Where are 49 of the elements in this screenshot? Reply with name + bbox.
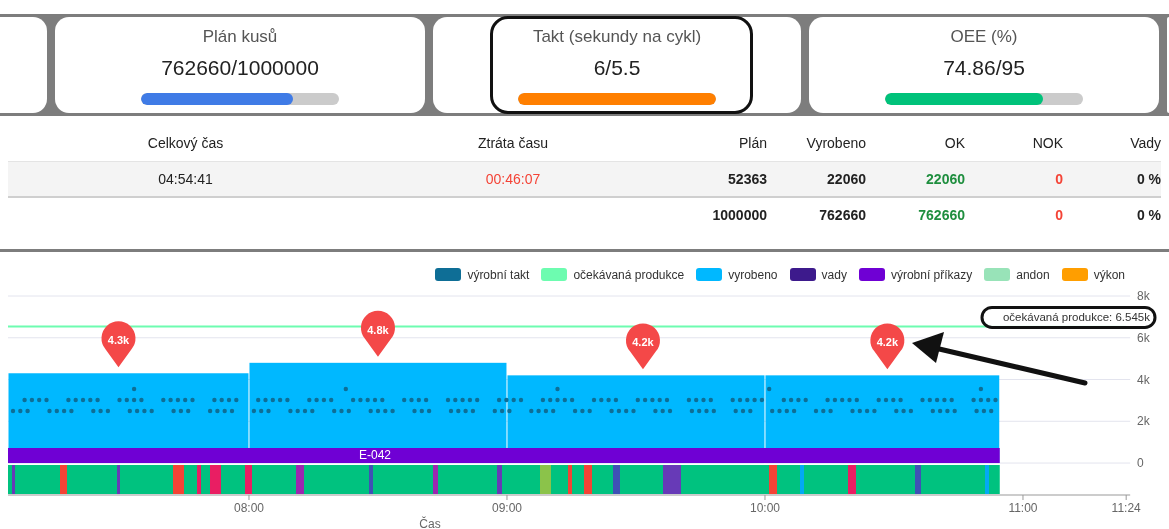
table-cell: 22060 xyxy=(926,171,965,187)
axis-label: 8k xyxy=(1137,289,1150,303)
table-cell: 1000000 xyxy=(712,207,767,223)
column-header: NOK xyxy=(1032,135,1063,151)
column-header: Vady xyxy=(1130,135,1161,151)
table-cell: 0 % xyxy=(1136,207,1161,223)
table-cell: 22060 xyxy=(827,171,866,187)
table-cell: 52363 xyxy=(728,171,767,187)
value-pin: 4.2k xyxy=(626,323,660,370)
legend-label: andon xyxy=(1016,267,1050,282)
annotation-label: očekávaná produkce: 6.545k xyxy=(1002,311,1150,324)
legend-label: vyrobeno xyxy=(728,267,778,282)
table-cell: 04:54:41 xyxy=(158,171,213,187)
kpi-title: Plán kusů xyxy=(202,27,278,47)
legend-label: očekávaná produkce xyxy=(573,267,685,282)
axis-label: 11:00 xyxy=(1008,501,1038,515)
legend-label: vady xyxy=(821,267,847,282)
table-cell: 0 xyxy=(1055,171,1063,187)
table-cell: 0 xyxy=(1055,207,1063,223)
column-header: OK xyxy=(944,135,965,151)
table-cell: 762660 xyxy=(819,207,866,223)
column-header: Vyrobeno xyxy=(806,135,866,151)
value-pin: 4.8k xyxy=(361,310,395,357)
value-pin: 4.2k xyxy=(870,323,905,370)
axis-label: 0 xyxy=(1137,456,1144,471)
axis-label: 11:24 xyxy=(1111,501,1141,515)
axis-label: 09:00 xyxy=(491,501,522,515)
legend-label: výrobní příkazy xyxy=(890,267,973,282)
kpi-value: 74.86/95 xyxy=(943,56,1025,80)
column-header: Ztráta času xyxy=(478,135,548,151)
table-cell: 762660 xyxy=(918,207,965,223)
kpi-title: OEE (%) xyxy=(950,27,1018,47)
kpi-value: 762660/1000000 xyxy=(161,56,319,80)
axis-label: 10:00 xyxy=(749,501,780,515)
table-cell: 0 % xyxy=(1136,171,1161,187)
axis-label: 6k xyxy=(1137,330,1150,345)
value-pin: 4.3k xyxy=(101,321,136,368)
legend-label: výrobní takt xyxy=(467,267,530,282)
kpi-title: Takt (sekundy na cykl) xyxy=(532,27,702,47)
axis-label: 4k xyxy=(1137,372,1150,387)
axis-label: 2k xyxy=(1137,414,1150,429)
order-label: E-042 xyxy=(359,448,391,462)
column-header: Plán xyxy=(738,135,767,151)
column-header: Celkový čas xyxy=(147,135,224,151)
legend-label: výkon xyxy=(1093,267,1125,282)
table-cell: 00:46:07 xyxy=(485,171,541,187)
kpi-value: 6/5.5 xyxy=(593,56,641,80)
axis-label: 08:00 xyxy=(233,501,264,515)
axis-title: Čas xyxy=(419,517,441,529)
